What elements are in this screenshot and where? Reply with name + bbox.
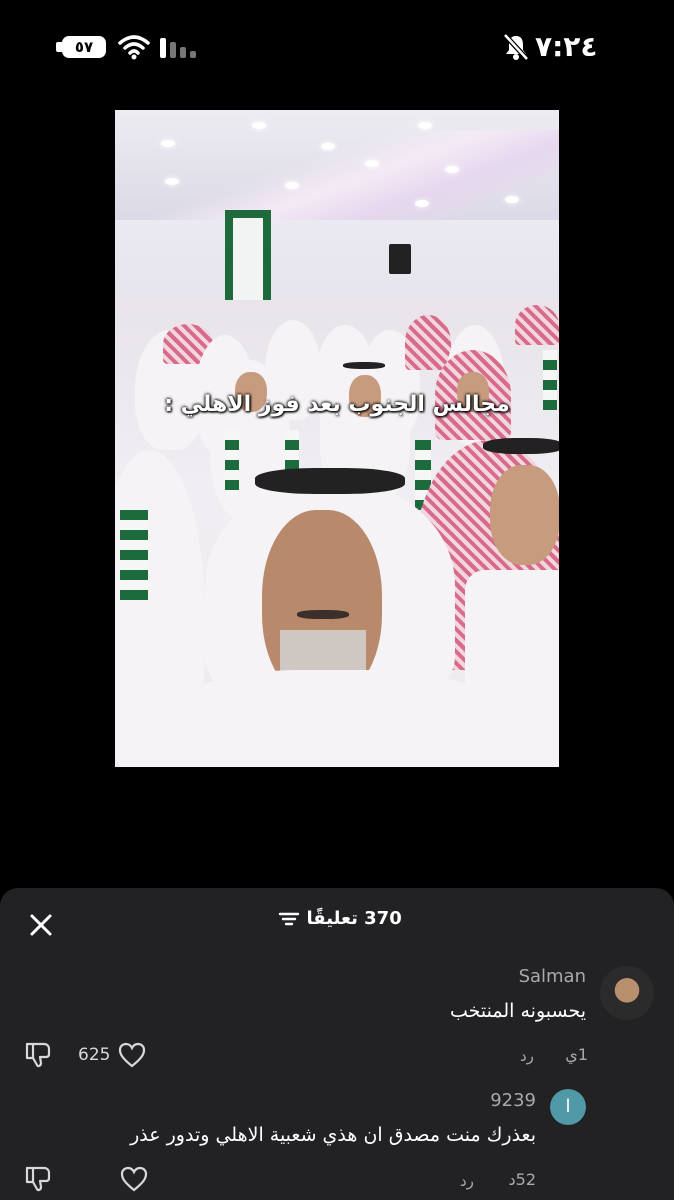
person-ghutra	[515, 305, 559, 345]
reply-button[interactable]: رد	[520, 1047, 534, 1065]
battery-level: ٥٧	[74, 38, 94, 56]
comments-sheet: 370 تعليقًا	[0, 888, 674, 1200]
comment-username[interactable]: 9239	[490, 1090, 536, 1111]
battery-icon: ٥٧	[62, 36, 106, 58]
ceiling-light	[321, 143, 335, 150]
person-scarf	[120, 510, 148, 600]
thumbs-down-icon[interactable]	[24, 1040, 52, 1070]
comments-count: 370 تعليقًا	[306, 908, 402, 929]
heart-icon[interactable]	[118, 1042, 146, 1068]
person-agal	[343, 362, 385, 369]
person-scarf	[225, 430, 239, 490]
person-agal	[483, 438, 559, 454]
person-agal	[255, 468, 405, 494]
comment-time: 52د	[508, 1170, 536, 1189]
avatar[interactable]	[600, 966, 654, 1020]
heart-icon[interactable]	[120, 1166, 148, 1192]
ceiling-light	[415, 200, 429, 207]
person-ghutra	[405, 315, 451, 370]
ceiling-light	[165, 178, 179, 185]
comment-text: يحسبونه المنتخب	[449, 1000, 586, 1022]
ceiling-light	[445, 166, 459, 173]
thumbs-down-icon[interactable]	[24, 1164, 52, 1194]
comments-header[interactable]: 370 تعليقًا	[0, 908, 674, 929]
ceiling-light	[418, 122, 432, 129]
clock: ٧:٢٤	[535, 30, 598, 63]
video-ceiling-cove	[115, 130, 559, 220]
comment-text: بعذرك منت مصدق ان هذي شعبية الاهلي وتدور…	[130, 1124, 536, 1146]
signal-icon	[160, 38, 196, 58]
mute-bell-icon	[503, 33, 529, 61]
ceiling-light	[252, 122, 266, 129]
ceiling-light	[365, 160, 379, 167]
avatar[interactable]: ا	[550, 1089, 586, 1125]
wall-speaker	[389, 244, 411, 274]
person-thobe	[155, 670, 515, 767]
ceiling-light	[285, 182, 299, 189]
comment-time: 1ي	[565, 1045, 588, 1064]
reply-button[interactable]: رد	[460, 1172, 474, 1190]
person-mustache	[297, 610, 349, 619]
filter-icon[interactable]	[278, 911, 300, 927]
ceiling-light	[505, 196, 519, 203]
wifi-icon	[118, 35, 150, 60]
video-player[interactable]: مجالس الجنوب بعد فوز الاهلي :	[115, 110, 559, 767]
ceiling-light	[161, 140, 175, 147]
like-count: 625	[78, 1045, 111, 1065]
status-bar: ٥٧ ٧:٢٤	[0, 0, 674, 90]
video-caption: مجالس الجنوب بعد فوز الاهلي :	[164, 392, 510, 417]
comment-username[interactable]: Salman	[519, 966, 586, 987]
person-face	[490, 465, 559, 565]
